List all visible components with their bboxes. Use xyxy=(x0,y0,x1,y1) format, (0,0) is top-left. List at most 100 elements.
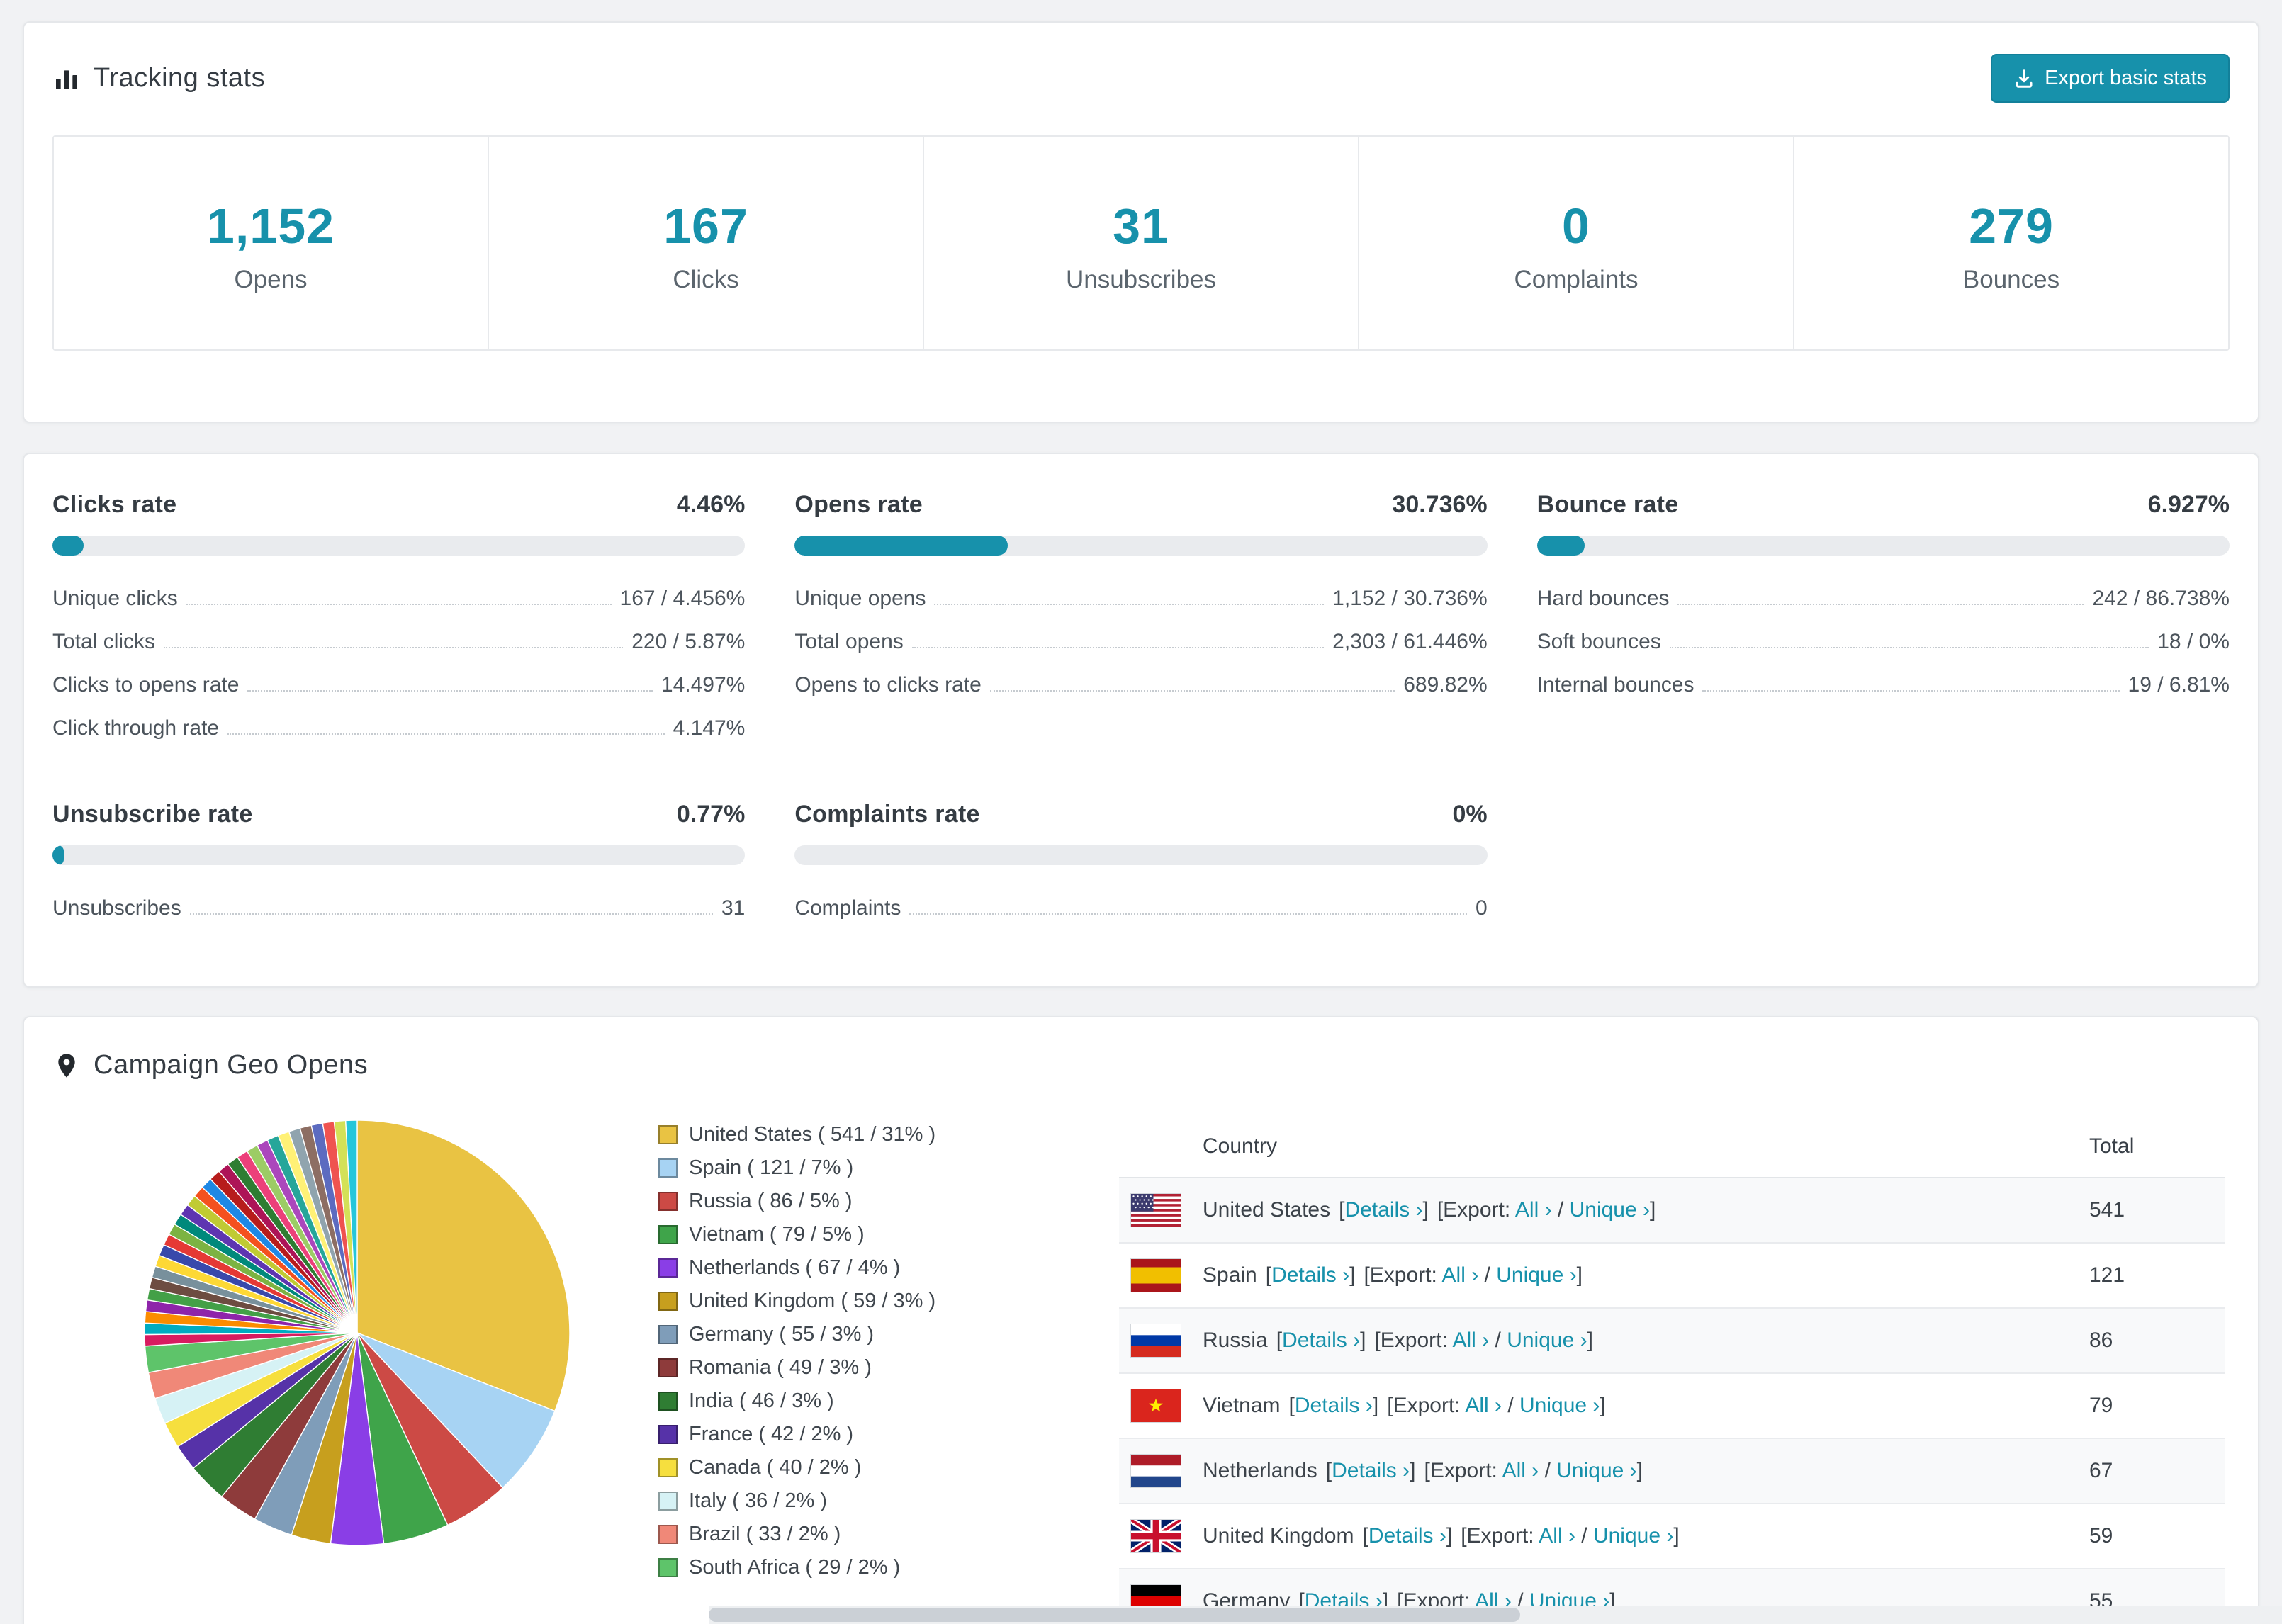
country-name: Vietnam xyxy=(1203,1394,1281,1417)
tracking-stats-card: Tracking stats Export basic stats 1,152 O… xyxy=(23,21,2259,423)
legend-item: Russia ( 86 / 5% ) xyxy=(658,1190,999,1213)
export-unique-link[interactable]: Unique › xyxy=(1593,1524,1673,1547)
map-marker-icon xyxy=(52,1051,81,1080)
geo-content: United States ( 541 / 31% ) Spain ( 121 /… xyxy=(52,1113,2230,1624)
progress-bar-track xyxy=(794,845,1488,865)
legend-item: Canada ( 40 / 2% ) xyxy=(658,1456,999,1479)
geo-pie-chart xyxy=(137,1113,577,1552)
rate-header: Bounce rate 6.927% xyxy=(1537,491,2230,519)
stat-cell-complaints: 0 Complaints xyxy=(1358,137,1793,349)
export-unique-link[interactable]: Unique › xyxy=(1570,1198,1650,1222)
geo-title-text: Campaign Geo Opens xyxy=(94,1050,369,1080)
stat-value: 31 xyxy=(1113,198,1169,254)
country-name: Netherlands xyxy=(1203,1459,1317,1482)
export-unique-link[interactable]: Unique › xyxy=(1507,1329,1587,1352)
legend-swatch xyxy=(658,1325,678,1344)
details-link[interactable]: Details › xyxy=(1332,1459,1410,1482)
country-total: 86 xyxy=(2089,1329,2113,1352)
tracking-stats-header: Tracking stats Export basic stats xyxy=(52,54,2230,103)
export-all-link[interactable]: All › xyxy=(1515,1198,1552,1222)
rate-row-value: 689.82% xyxy=(1403,673,1488,697)
rate-title: Complaints rate xyxy=(794,801,980,828)
details-group: [Details ›] xyxy=(1265,1263,1356,1287)
legend-label: Brazil ( 33 / 2% ) xyxy=(689,1523,841,1545)
geo-table-row: Spain [Details ›] [Export: All › / Unique … xyxy=(1119,1244,2225,1309)
stat-value: 0 xyxy=(1562,198,1590,254)
nl-flag-icon xyxy=(1130,1454,1181,1488)
legend-item: United Kingdom ( 59 / 3% ) xyxy=(658,1290,999,1313)
export-group: [Export: All › / Unique ›] xyxy=(1437,1198,1656,1222)
stat-label: Clicks xyxy=(673,266,739,293)
legend-label: Germany ( 55 / 3% ) xyxy=(689,1323,875,1346)
geo-table-header-total: Total xyxy=(2089,1134,2135,1158)
legend-item: Vietnam ( 79 / 5% ) xyxy=(658,1223,999,1246)
export-all-link[interactable]: All › xyxy=(1453,1329,1490,1352)
progress-bar-fill xyxy=(52,536,84,556)
dashboard-page: Tracking stats Export basic stats 1,152 O… xyxy=(0,0,2282,1624)
rate-row-label: Soft bounces xyxy=(1536,630,1661,653)
progress-bar-fill xyxy=(52,845,64,865)
stat-value: 279 xyxy=(1969,198,2054,254)
rate-row-value: 1,152 / 30.736% xyxy=(1332,587,1488,610)
country-total: 541 xyxy=(2089,1198,2125,1222)
legend-swatch xyxy=(658,1192,678,1211)
details-link[interactable]: Details › xyxy=(1295,1394,1373,1417)
rate-row-value: 18 / 0% xyxy=(2157,630,2230,653)
country-cell: Spain [Details ›] [Export: All › / Unique … xyxy=(1203,1263,2089,1287)
rate-row-label: Complaints xyxy=(794,896,901,920)
export-unique-link[interactable]: Unique › xyxy=(1556,1459,1636,1482)
export-group: [Export: All › / Unique ›] xyxy=(1374,1329,1593,1352)
rate-row-value: 0 xyxy=(1475,896,1488,920)
export-unique-link[interactable]: Unique › xyxy=(1496,1263,1576,1287)
rate-row-value: 242 / 86.738% xyxy=(2092,587,2230,610)
legend-swatch xyxy=(658,1358,678,1377)
export-all-link[interactable]: All › xyxy=(1465,1394,1502,1417)
us-flag-icon xyxy=(1130,1193,1181,1227)
legend-item: South Africa ( 29 / 2% ) xyxy=(658,1556,999,1579)
dotted-leader xyxy=(934,604,1325,605)
export-basic-stats-button[interactable]: Export basic stats xyxy=(1991,54,2230,103)
export-all-link[interactable]: All › xyxy=(1502,1459,1539,1482)
stat-label: Opens xyxy=(234,266,308,293)
legend-label: Spain ( 121 / 7% ) xyxy=(689,1156,854,1179)
horizontal-scrollbar-thumb[interactable] xyxy=(709,1608,1520,1622)
details-group: [Details ›] xyxy=(1288,1394,1379,1417)
export-unique-link[interactable]: Unique › xyxy=(1519,1394,1600,1417)
details-link[interactable]: Details › xyxy=(1344,1198,1422,1222)
progress-bar-track xyxy=(52,536,746,556)
vn-flag-icon xyxy=(1130,1389,1181,1423)
rate-row-label: Total clicks xyxy=(52,630,156,653)
export-all-link[interactable]: All › xyxy=(1539,1524,1575,1547)
rate-row-label: Hard bounces xyxy=(1536,587,1670,610)
legend-label: Vietnam ( 79 / 5% ) xyxy=(689,1223,865,1246)
legend-label: Italy ( 36 / 2% ) xyxy=(689,1489,828,1512)
horizontal-scrollbar-track[interactable] xyxy=(709,1606,2282,1624)
stat-label: Unsubscribes xyxy=(1065,266,1217,293)
rate-block-clicks-rate: Clicks rate 4.46% Unique clicks 167 / 4.456… xyxy=(52,491,746,750)
rate-row-label: Unique clicks xyxy=(52,587,178,610)
export-group: [Export: All › / Unique ›] xyxy=(1461,1524,1680,1547)
export-all-link[interactable]: All › xyxy=(1442,1263,1479,1287)
stat-cell-opens: 1,152 Opens xyxy=(54,137,488,349)
legend-swatch xyxy=(658,1392,678,1411)
legend-label: France ( 42 / 2% ) xyxy=(689,1423,854,1445)
rate-header: Complaints rate 0% xyxy=(794,801,1487,828)
details-group: [Details ›] xyxy=(1339,1198,1429,1222)
export-group: [Export: All › / Unique ›] xyxy=(1424,1459,1643,1482)
rate-header: Unsubscribe rate 0.77% xyxy=(52,801,745,828)
rate-rows: Complaints 0 xyxy=(794,886,1487,930)
rate-value: 6.927% xyxy=(2147,491,2230,518)
rate-row-label: Opens to clicks rate xyxy=(794,673,982,697)
rate-row: Hard bounces 242 / 86.738% xyxy=(1537,577,2230,620)
details-link[interactable]: Details › xyxy=(1368,1524,1446,1547)
stat-label: Complaints xyxy=(1514,266,1639,293)
rate-row: Total clicks 220 / 5.87% xyxy=(52,620,745,663)
rate-title: Unsubscribe rate xyxy=(52,801,253,828)
export-label: Export: xyxy=(1380,1329,1448,1352)
legend-label: South Africa ( 29 / 2% ) xyxy=(689,1556,901,1579)
details-link[interactable]: Details › xyxy=(1282,1329,1360,1352)
export-icon xyxy=(2016,69,2033,88)
details-link[interactable]: Details › xyxy=(1271,1263,1349,1287)
rate-title: Opens rate xyxy=(794,491,923,518)
tracking-stats-title: Tracking stats xyxy=(52,63,265,94)
